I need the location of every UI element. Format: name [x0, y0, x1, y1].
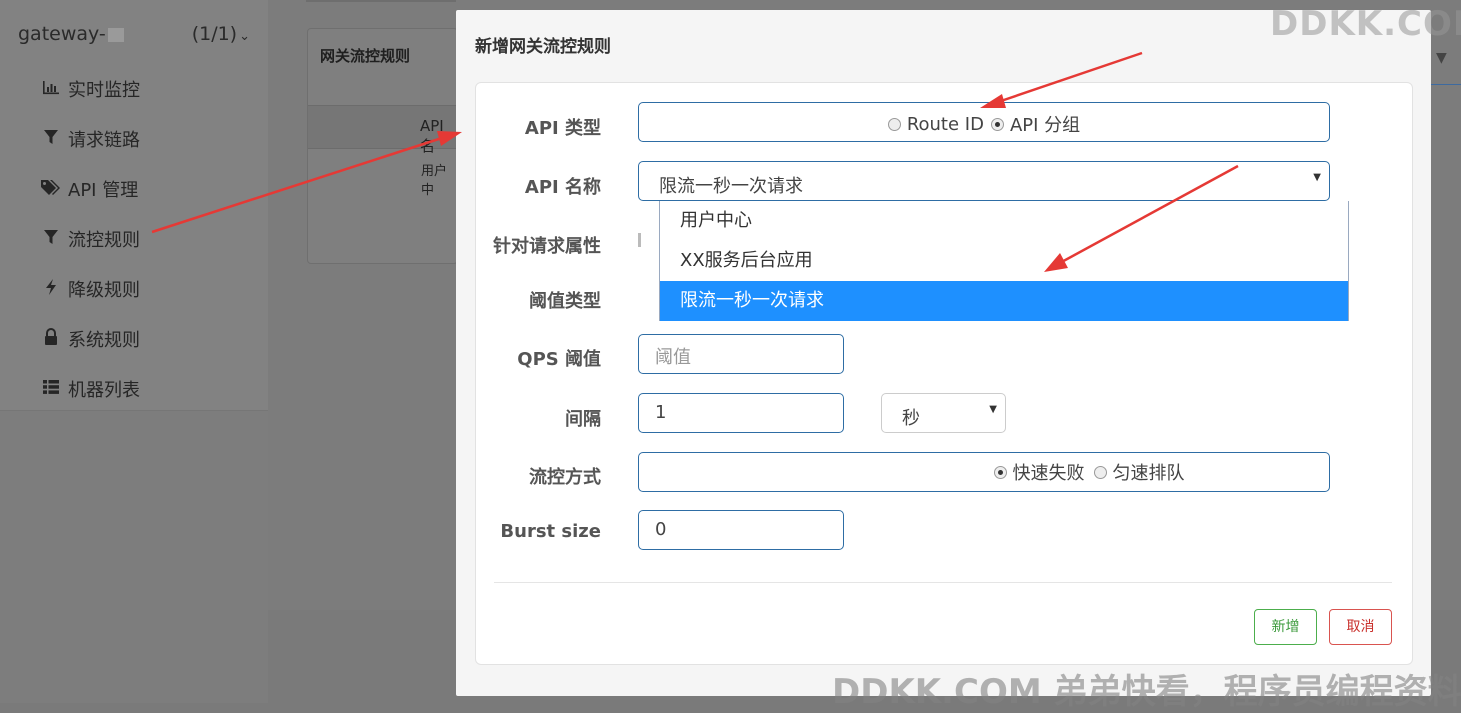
arrow-to-api-name-option: [1044, 164, 1239, 272]
arrow-to-api-type: [980, 51, 1143, 108]
watermark-top: DDKK.COM: [1270, 4, 1461, 44]
arrow-from-flow-rules: [151, 131, 462, 234]
watermark-bottom: DDKK.COM 弟弟快看，程序员编程资料: [832, 672, 1461, 712]
annotation-arrows: [151, 51, 1239, 272]
